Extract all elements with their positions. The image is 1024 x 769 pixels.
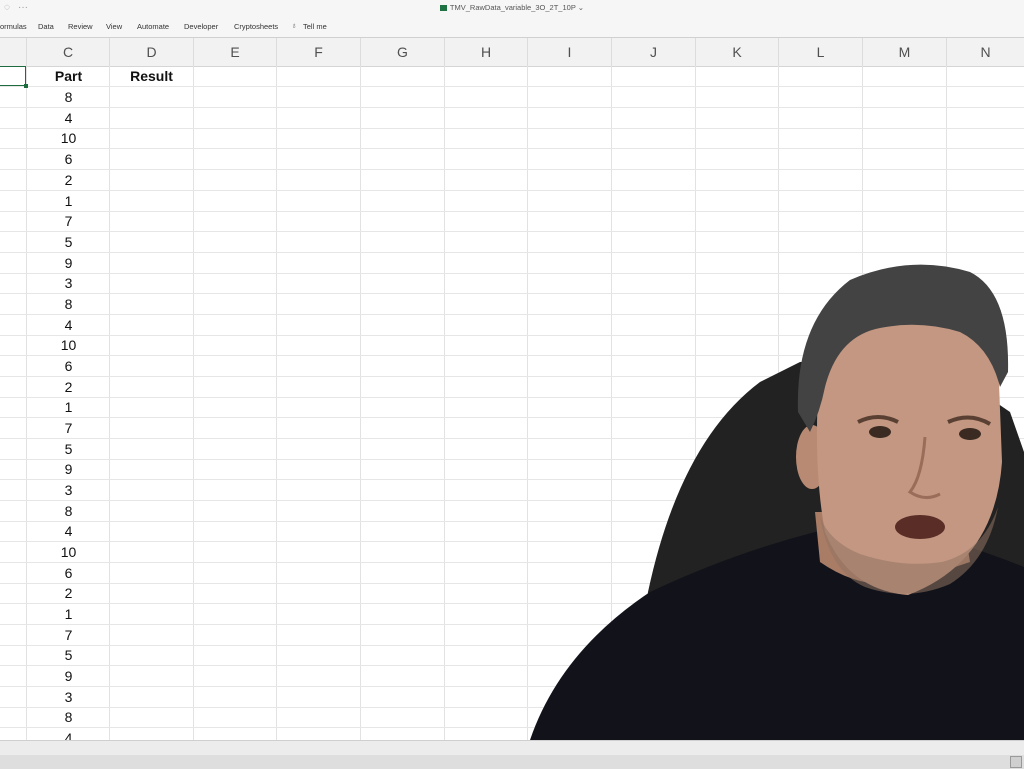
normal-view-icon[interactable] [1010, 756, 1022, 768]
status-bar [0, 740, 1024, 769]
ribbon-tabs: ormulas Data Review View Automate Develo… [0, 17, 1024, 38]
table-row: 8 [0, 87, 1024, 108]
column-header-k[interactable]: K [696, 38, 779, 66]
cell-part-value[interactable]: 2 [27, 377, 110, 397]
tab-review[interactable]: Review [68, 22, 93, 31]
table-row: 1 [0, 191, 1024, 212]
cell-part-value[interactable]: 7 [27, 418, 110, 438]
right-eye [959, 428, 981, 440]
cell-part-value[interactable]: 7 [27, 211, 110, 231]
presenter-webcam-overlay [530, 264, 1024, 740]
excel-file-icon [439, 5, 447, 12]
table-row: 2 [0, 170, 1024, 191]
column-header-i[interactable]: I [528, 38, 612, 66]
column-header-h[interactable]: H [445, 38, 528, 66]
cell-part-value[interactable]: 6 [27, 563, 110, 583]
table-row: 5 [0, 232, 1024, 253]
tab-cryptosheets[interactable]: Cryptosheets [234, 22, 278, 31]
title-bar: ◌ ··· TMV_RawData_variable_3O_2T_10P ⌄ [0, 0, 1024, 17]
column-header-d[interactable]: D [110, 38, 194, 66]
sheet-tab-strip [0, 755, 1024, 769]
cell-part-value[interactable]: 1 [27, 191, 110, 211]
tab-data[interactable]: Data [38, 22, 54, 31]
column-header-b[interactable] [0, 38, 27, 66]
column-headers: C D E F G H I J K L M N [0, 38, 1024, 67]
selected-cell-outline [0, 66, 28, 88]
tell-me-search[interactable]: Tell me [303, 22, 327, 31]
lightbulb-icon: ♁ [291, 21, 297, 30]
cell-part-value[interactable]: 8 [27, 707, 110, 727]
fill-handle[interactable] [24, 84, 28, 88]
chevron-down-icon: ⌄ [575, 3, 585, 12]
cell-part-value[interactable]: 5 [27, 232, 110, 252]
cell-part-value[interactable]: 5 [27, 645, 110, 665]
table-row: 7 [0, 211, 1024, 232]
table-row: 4 [0, 108, 1024, 129]
cell-part-value[interactable]: 3 [27, 273, 110, 293]
header-row: Part Result [0, 66, 1024, 87]
table-row: 6 [0, 149, 1024, 170]
column-header-f[interactable]: F [277, 38, 361, 66]
cell-part-header[interactable]: Part [27, 66, 110, 86]
cell-part-value[interactable]: 10 [27, 335, 110, 355]
tab-view[interactable]: View [106, 22, 122, 31]
table-row: 10 [0, 128, 1024, 149]
column-header-c[interactable]: C [27, 38, 110, 66]
cell-part-value[interactable]: 7 [27, 625, 110, 645]
cell-part-value[interactable]: 4 [27, 315, 110, 335]
column-header-e[interactable]: E [194, 38, 277, 66]
cell-part-value[interactable]: 9 [27, 459, 110, 479]
cell-part-value[interactable]: 9 [27, 666, 110, 686]
document-title[interactable]: TMV_RawData_variable_3O_2T_10P ⌄ [0, 3, 1024, 12]
cell-part-value[interactable]: 3 [27, 687, 110, 707]
cell-part-value[interactable]: 10 [27, 542, 110, 562]
cell-part-value[interactable]: 10 [27, 128, 110, 148]
cell-part-value[interactable]: 4 [27, 728, 110, 740]
cell-part-value[interactable]: 8 [27, 87, 110, 107]
cell-result-header[interactable]: Result [110, 66, 193, 86]
cell-part-value[interactable]: 1 [27, 604, 110, 624]
column-header-l[interactable]: L [779, 38, 863, 66]
cell-part-value[interactable]: 5 [27, 439, 110, 459]
cell-part-value[interactable]: 9 [27, 253, 110, 273]
cell-part-value[interactable]: 1 [27, 397, 110, 417]
cell-part-value[interactable]: 4 [27, 521, 110, 541]
cell-part-value[interactable]: 4 [27, 108, 110, 128]
cell-part-value[interactable]: 2 [27, 170, 110, 190]
column-header-g[interactable]: G [361, 38, 445, 66]
tab-automate[interactable]: Automate [137, 22, 169, 31]
cell-part-value[interactable]: 6 [27, 149, 110, 169]
cell-part-value[interactable]: 2 [27, 583, 110, 603]
column-header-n[interactable]: N [947, 38, 1024, 66]
column-header-m[interactable]: M [863, 38, 947, 66]
open-mouth [895, 515, 945, 539]
document-title-text: TMV_RawData_variable_3O_2T_10P [449, 3, 576, 12]
tab-formulas[interactable]: ormulas [0, 22, 27, 31]
column-header-j[interactable]: J [612, 38, 696, 66]
cell-part-value[interactable]: 6 [27, 356, 110, 376]
cell-part-value[interactable]: 8 [27, 294, 110, 314]
left-eye [869, 426, 891, 438]
cell-part-value[interactable]: 8 [27, 501, 110, 521]
tab-developer[interactable]: Developer [184, 22, 218, 31]
cell-part-value[interactable]: 3 [27, 480, 110, 500]
